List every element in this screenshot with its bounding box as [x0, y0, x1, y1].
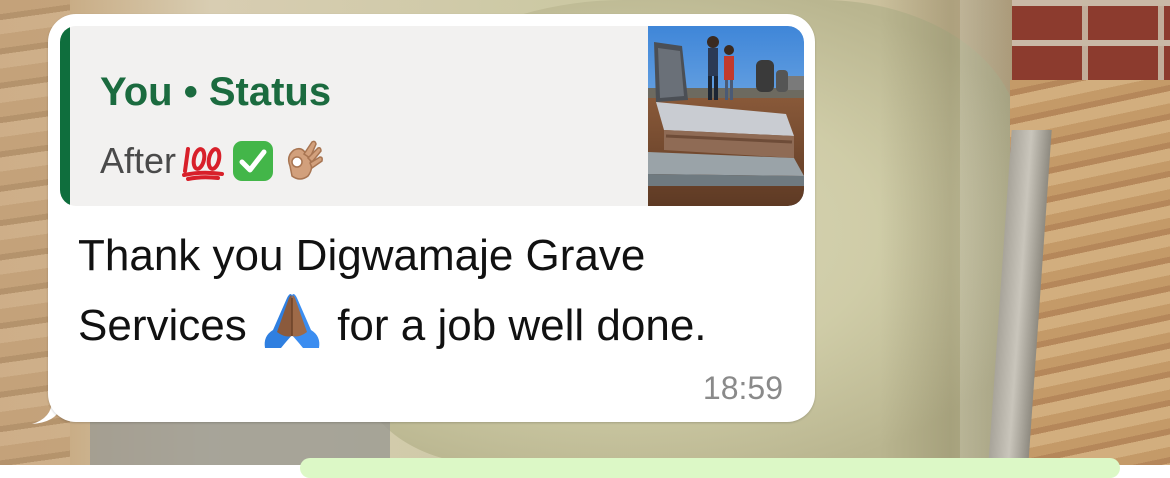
- quote-caption-text: After: [100, 140, 177, 181]
- hundred-points-icon: [182, 147, 225, 181]
- message-timestamp: 18:59: [702, 370, 783, 406]
- quote-caption: After: [100, 138, 326, 184]
- quote-title: You • Status: [100, 70, 331, 115]
- folded-hands-icon: [264, 294, 320, 348]
- quote-separator: •: [183, 70, 198, 114]
- message-text-part: for a job well done.: [337, 301, 707, 350]
- check-mark-button-icon: [233, 141, 274, 181]
- next-message-bubble[interactable]: [300, 458, 1120, 478]
- message-line-1: Thank you Digwamaje Grave: [78, 231, 646, 280]
- quote-accent-bar: [60, 26, 70, 206]
- quote-author: You: [100, 70, 173, 114]
- quoted-status-reply[interactable]: You • Status After: [60, 26, 804, 206]
- status-thumbnail[interactable]: [648, 26, 804, 206]
- message-line-2: Services for a job well done.: [78, 290, 798, 360]
- wallpaper-bricks: [1012, 0, 1170, 80]
- grave-photo-image: [648, 26, 804, 206]
- message-text: Thank you Digwamaje Grave Services for a…: [78, 222, 798, 360]
- ok-hand-icon: [287, 140, 324, 180]
- message-bubble[interactable]: You • Status After Thank you Digwamaje G…: [48, 14, 815, 422]
- message-text-part: Services: [78, 301, 247, 350]
- quote-label: Status: [208, 70, 332, 114]
